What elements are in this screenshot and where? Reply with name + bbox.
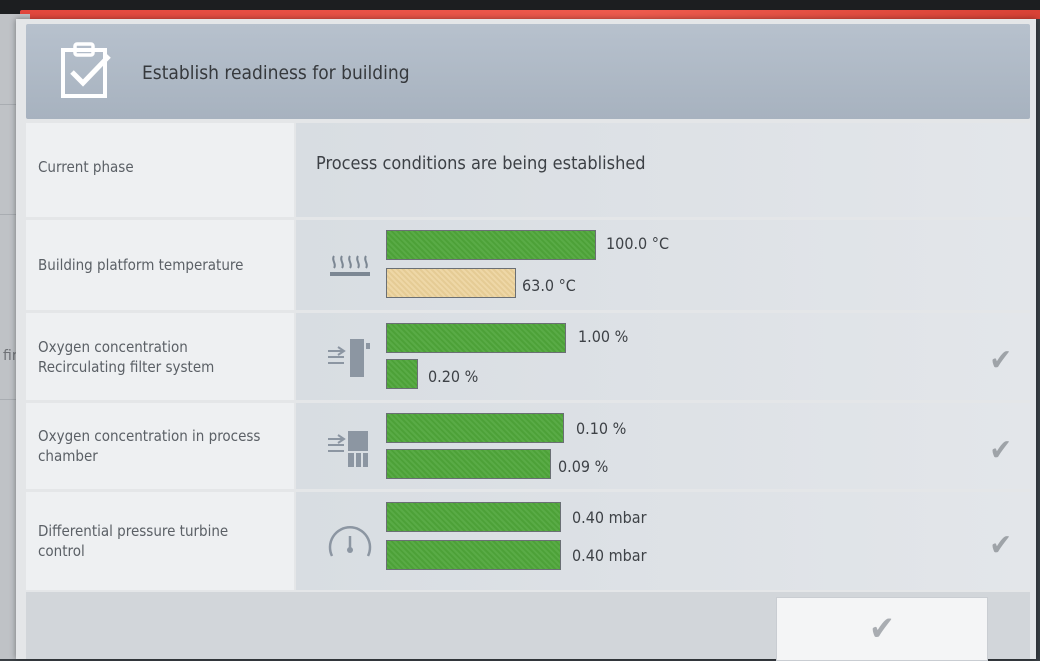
phase-label-cell: Current phase <box>26 123 294 217</box>
indicator-value-cell: 0.40 mbar 0.40 mbar ✔ <box>296 492 1030 590</box>
accent-strip <box>20 10 1040 19</box>
actual-value: 0.40 mbar <box>572 546 647 565</box>
pressure-gauge-icon <box>328 526 372 557</box>
indicator-label-cell: Building platform temperature <box>26 220 294 310</box>
confirm-button[interactable]: ✔ <box>776 597 988 661</box>
indicator-value-cell: 100.0 °C 63.0 °C <box>296 220 1030 310</box>
checkmark-icon: ✔ <box>869 609 895 649</box>
indicator-label: Oxygen concentration in process chamber <box>38 427 261 465</box>
actual-value: 0.20 % <box>428 367 479 386</box>
indicator-value-cell: 1.00 % 0.20 % ✔ <box>296 313 1030 400</box>
target-bar <box>386 323 566 353</box>
phase-status-text: Process conditions are being established <box>316 153 646 174</box>
target-value: 100.0 °C <box>606 234 670 253</box>
target-bar <box>386 230 596 260</box>
checkmark-icon: ✔ <box>989 343 1012 378</box>
filter-system-icon <box>328 339 370 377</box>
actual-bar <box>386 540 561 570</box>
phase-label: Current phase <box>38 158 134 176</box>
actual-bar <box>386 268 516 298</box>
target-bar <box>386 413 564 443</box>
dialog-title: Establish readiness for building <box>142 62 410 84</box>
actual-bar <box>386 359 418 389</box>
indicator-row: Differential pressure turbine control 0.… <box>26 492 1030 590</box>
indicator-label-cell: Differential pressure turbine control <box>26 492 294 590</box>
indicator-label: Oxygen concentration Recirculating filte… <box>38 337 215 376</box>
indicator-label-cell: Oxygen concentration in process chamber <box>26 403 294 489</box>
target-value: 0.10 % <box>576 419 627 438</box>
phase-row: Current phase Process conditions are bei… <box>26 123 1030 217</box>
dialog-header: Establish readiness for building <box>26 24 1030 119</box>
readiness-dialog: Establish readiness for building Current… <box>16 19 1036 661</box>
checkmark-icon: ✔ <box>989 528 1012 563</box>
indicator-row: Oxygen concentration Recirculating filte… <box>26 313 1030 400</box>
target-bar <box>386 502 561 532</box>
target-value: 0.40 mbar <box>572 508 647 527</box>
phase-value-cell: Process conditions are being established <box>296 123 1030 217</box>
checkmark-icon: ✔ <box>989 433 1012 468</box>
heated-platform-icon <box>330 255 370 276</box>
indicator-label: Differential pressure turbine control <box>38 522 229 560</box>
process-chamber-icon <box>328 431 368 467</box>
indicator-row: Building platform temperature 100.0 °C 6… <box>26 220 1030 310</box>
actual-value: 63.0 °C <box>522 276 576 295</box>
actual-bar <box>386 449 551 479</box>
clipboard-check-icon <box>61 42 111 98</box>
indicator-value-cell: 0.10 % 0.09 % ✔ <box>296 403 1030 489</box>
indicator-row: Oxygen concentration in process chamber … <box>26 403 1030 489</box>
target-value: 1.00 % <box>578 327 629 346</box>
indicator-label: Building platform temperature <box>38 256 244 274</box>
actual-value: 0.09 % <box>558 457 609 476</box>
indicator-label-cell: Oxygen concentration Recirculating filte… <box>26 313 294 400</box>
